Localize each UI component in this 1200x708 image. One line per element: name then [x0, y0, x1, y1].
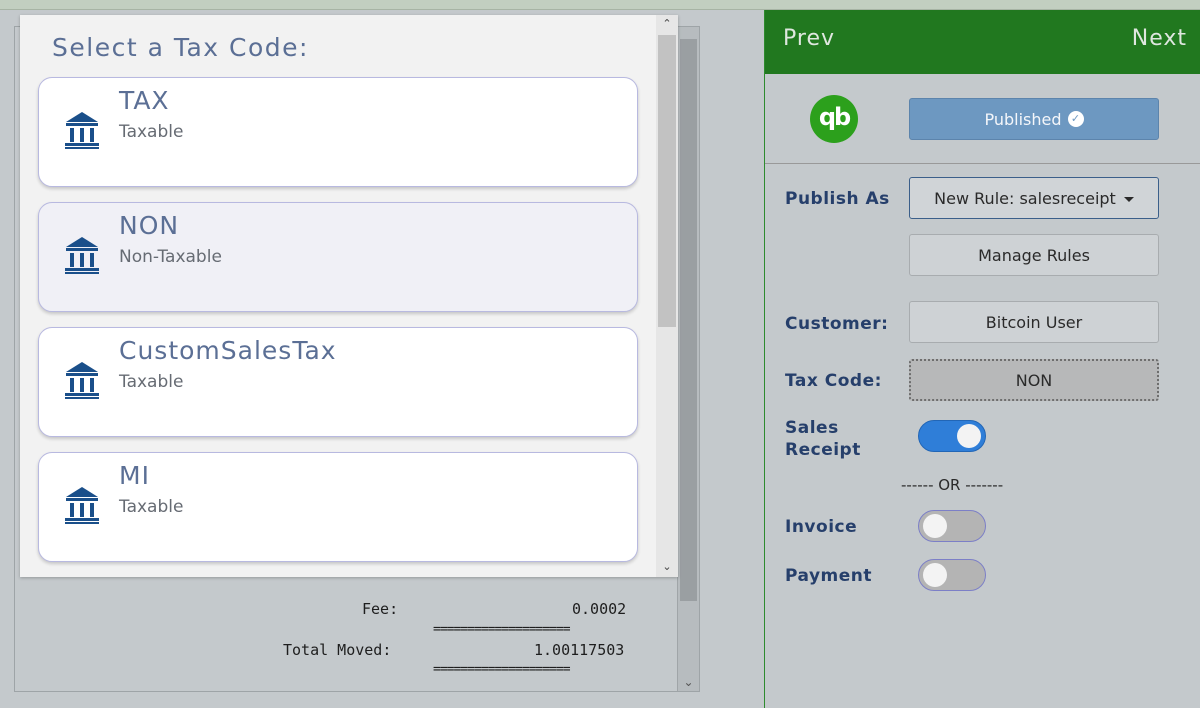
panel-scrollbar-thumb[interactable] [680, 39, 697, 601]
panel-scrollbar[interactable]: ⌄ [677, 27, 699, 691]
tax-code-desc: Non-Taxable [119, 247, 222, 267]
top-border [0, 0, 1200, 10]
section-divider [765, 163, 1200, 164]
manage-rules-label: Manage Rules [978, 245, 1090, 265]
sales-receipt-toggle[interactable] [918, 420, 986, 452]
tax-code-name: CustomSalesTax [119, 336, 337, 365]
sales-receipt-label-line2: Receipt [785, 440, 861, 460]
quickbooks-logo: qb [810, 95, 858, 143]
modal-scrollbar[interactable]: ⌃ ⌄ [656, 15, 678, 577]
next-button[interactable]: Next [1132, 26, 1187, 51]
bank-icon [65, 112, 99, 149]
chevron-down-icon[interactable]: ⌄ [678, 675, 699, 689]
tax-code-option-non[interactable]: NON Non-Taxable [38, 202, 638, 312]
equals-divider: ==================== [433, 622, 571, 637]
invoice-toggle[interactable] [918, 510, 986, 542]
sales-receipt-label: Sales Receipt [785, 417, 861, 461]
total-moved-value: 1.00117503 [534, 641, 625, 659]
toggle-knob [923, 563, 947, 587]
tax-code-label: Tax Code: [785, 371, 882, 391]
nav-bar: Prev Next [765, 10, 1200, 74]
equals-divider: ==================== [433, 662, 571, 677]
tax-code-value: NON [1015, 370, 1053, 390]
customer-select-button[interactable]: Bitcoin User [909, 301, 1159, 343]
publish-as-value: New Rule: salesreceipt [934, 188, 1116, 208]
bank-icon [65, 237, 99, 274]
fee-value: 0.0002 [572, 600, 627, 618]
tax-code-modal: Select a Tax Code: TAX Taxable NON Non-T… [20, 15, 678, 577]
tax-code-select-button[interactable]: NON [909, 359, 1159, 401]
toggle-knob [957, 424, 981, 448]
customer-value: Bitcoin User [985, 312, 1083, 332]
modal-scrollbar-thumb[interactable] [658, 35, 676, 327]
bank-icon [65, 487, 99, 524]
sales-receipt-label-line1: Sales [785, 418, 839, 438]
tax-code-name: TAX [119, 86, 170, 115]
publish-as-dropdown[interactable]: New Rule: salesreceipt [909, 177, 1159, 219]
chevron-down-icon[interactable]: ⌄ [656, 560, 678, 573]
customer-label: Customer: [785, 314, 889, 334]
tax-code-name: MI [119, 461, 150, 490]
published-label: Published [984, 109, 1062, 129]
tax-code-name: NON [119, 211, 180, 240]
tax-code-desc: Taxable [119, 372, 184, 392]
modal-title: Select a Tax Code: [52, 33, 309, 62]
published-button[interactable]: Published ✓ [909, 98, 1159, 140]
payment-label: Payment [785, 566, 873, 586]
quickbooks-logo-text: qb [818, 103, 851, 131]
fee-label: Fee: [362, 600, 399, 618]
tax-code-option-customsalestax[interactable]: CustomSalesTax Taxable [38, 327, 638, 437]
invoice-label: Invoice [785, 517, 858, 537]
total-moved-label: Total Moved: [283, 641, 392, 659]
check-circle-icon: ✓ [1067, 111, 1084, 127]
chevron-up-icon[interactable]: ⌃ [656, 17, 678, 30]
caret-down-icon [1123, 196, 1134, 202]
publish-panel: Prev Next qb Published ✓ Publish As New … [764, 10, 1200, 708]
payment-toggle[interactable] [918, 559, 986, 591]
bank-icon [65, 362, 99, 399]
publish-as-label: Publish As [785, 189, 890, 209]
manage-rules-button[interactable]: Manage Rules [909, 234, 1159, 276]
tax-code-desc: Taxable [119, 122, 184, 142]
tax-code-desc: Taxable [119, 497, 184, 517]
or-separator: ------ OR ------- [901, 476, 1004, 494]
prev-button[interactable]: Prev [783, 26, 835, 51]
toggle-knob [923, 514, 947, 538]
tax-code-option-tax[interactable]: TAX Taxable [38, 77, 638, 187]
tax-code-option-mi[interactable]: MI Taxable [38, 452, 638, 562]
